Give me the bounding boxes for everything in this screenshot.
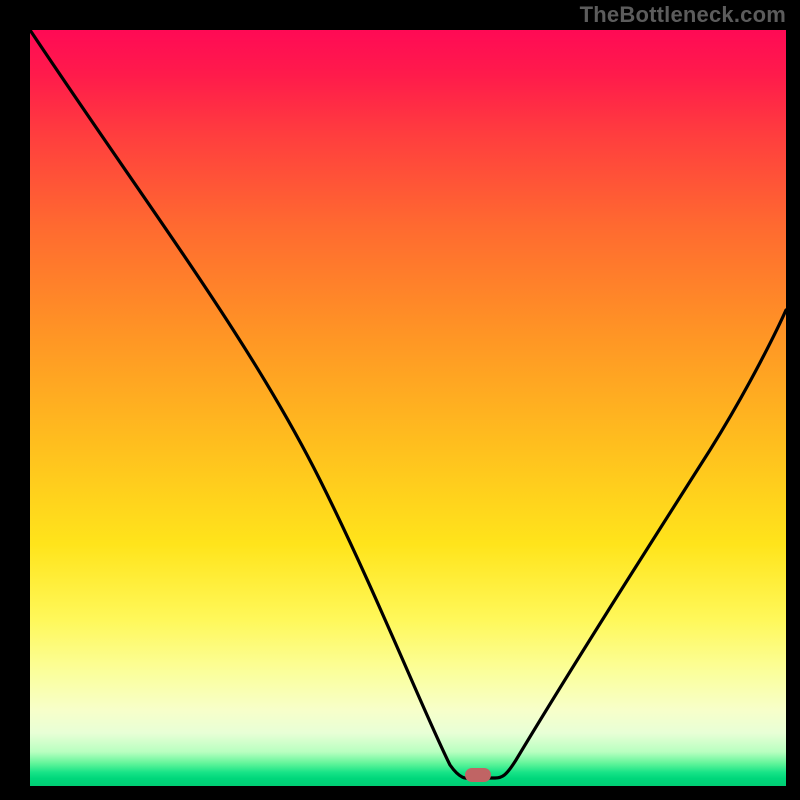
chart-frame: TheBottleneck.com — [0, 0, 800, 800]
optimal-point-marker — [465, 768, 491, 782]
watermark-text: TheBottleneck.com — [580, 2, 786, 28]
bottleneck-curve — [30, 30, 786, 786]
plot-area — [30, 30, 786, 786]
curve-path — [30, 30, 786, 778]
